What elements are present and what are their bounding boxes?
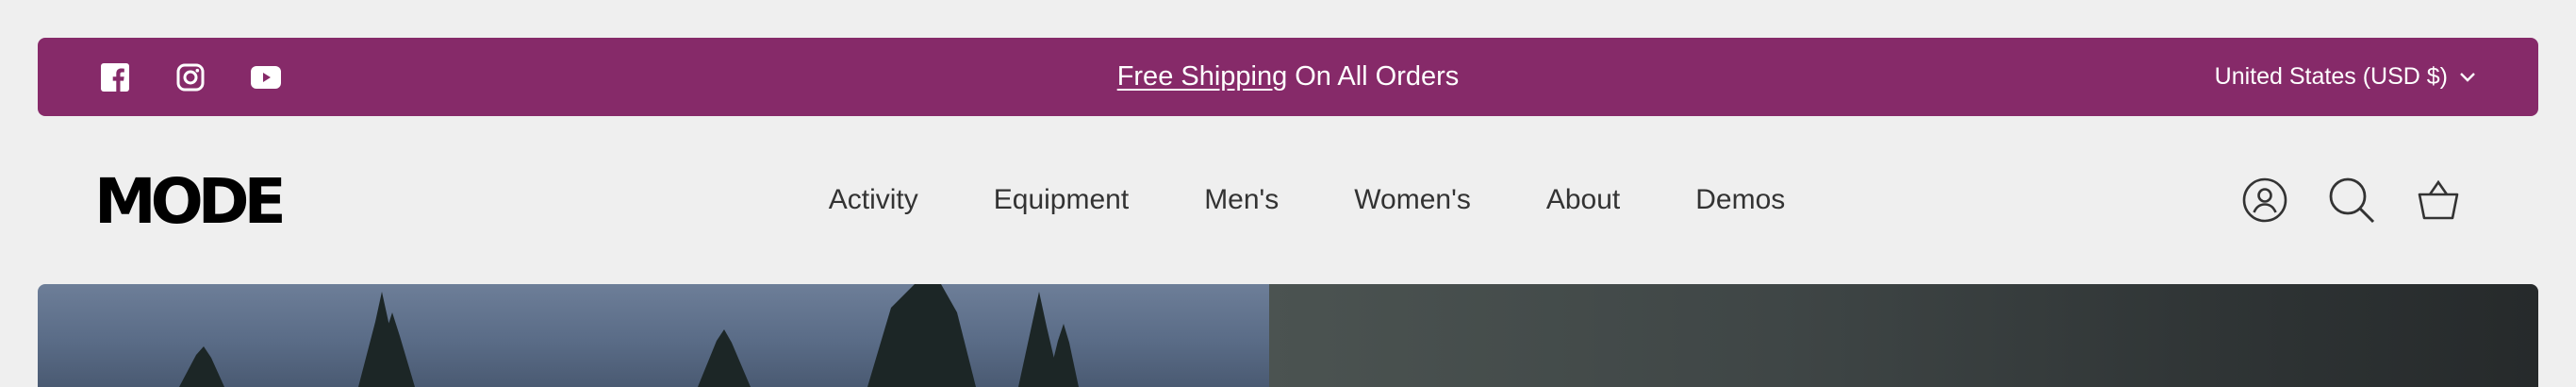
nav-item-activity[interactable]: Activity xyxy=(791,184,956,216)
site-header: MODE Activity Equipment Men's Women's Ab… xyxy=(38,142,2538,259)
cart-icon[interactable] xyxy=(2414,176,2463,225)
hero-image-forest xyxy=(38,284,1269,387)
instagram-icon[interactable] xyxy=(175,62,206,93)
facebook-icon[interactable] xyxy=(100,62,130,93)
free-shipping-link[interactable]: Free Shipping xyxy=(1117,61,1288,93)
currency-selector[interactable]: United States (USD $) xyxy=(2215,38,2476,116)
promo-text: Free Shipping On All Orders xyxy=(38,38,2538,116)
nav-item-equipment[interactable]: Equipment xyxy=(956,184,1166,216)
header-tools xyxy=(2240,142,2463,259)
hero-image-dark xyxy=(1269,284,2538,387)
chevron-down-icon xyxy=(2460,72,2475,82)
hero-banner xyxy=(38,284,2538,387)
announcement-bar: Free Shipping On All Orders United State… xyxy=(38,38,2538,116)
promo-rest-text: On All Orders xyxy=(1295,61,1460,92)
site-logo[interactable]: MODE xyxy=(94,171,287,233)
main-nav: Activity Equipment Men's Women's About D… xyxy=(38,142,2538,259)
nav-item-womens[interactable]: Women's xyxy=(1316,184,1509,216)
nav-item-mens[interactable]: Men's xyxy=(1166,184,1316,216)
account-icon[interactable] xyxy=(2240,176,2289,225)
social-links xyxy=(100,38,281,116)
youtube-icon[interactable] xyxy=(251,62,281,93)
currency-label: United States (USD $) xyxy=(2214,63,2448,90)
nav-item-about[interactable]: About xyxy=(1509,184,1658,216)
nav-item-demos[interactable]: Demos xyxy=(1658,184,1823,216)
search-icon[interactable] xyxy=(2327,176,2376,225)
